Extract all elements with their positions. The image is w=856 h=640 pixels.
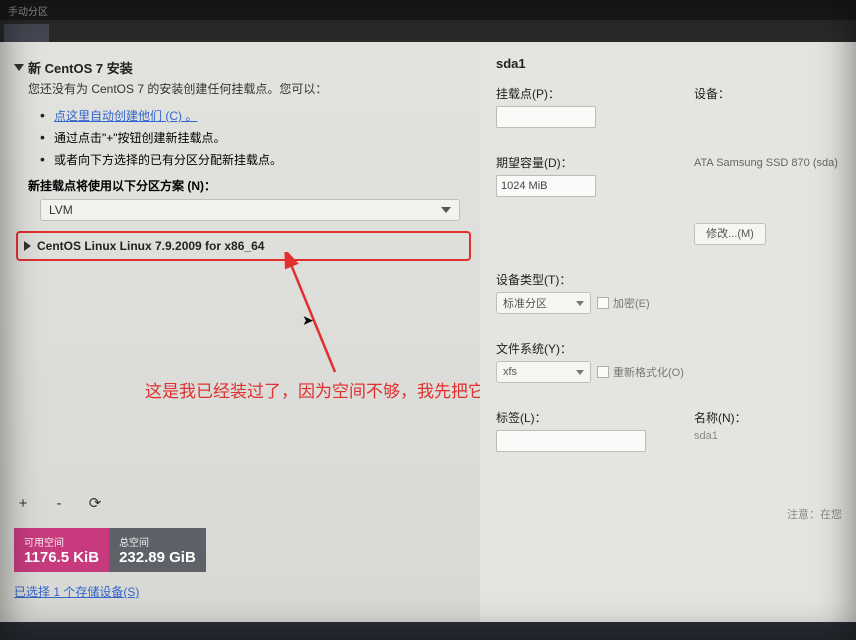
filesystem-select[interactable]: xfs [496,361,591,383]
fs-value: xfs [503,366,517,378]
total-value: 232.89 GiB [119,549,196,566]
top-bar: 手动分区 [0,0,856,20]
new-install-title: 新 CentOS 7 安装 [28,58,133,77]
partition-controls: + - ⟳ [14,496,104,514]
top-left-label: 手动分区 [8,3,48,17]
chevron-down-icon [576,370,584,375]
reformat-checkbox[interactable] [597,366,609,378]
capacity-input[interactable] [496,175,596,197]
reformat-label: 重新格式化(O) [613,364,684,380]
modify-device-button[interactable]: 修改...(M) [694,223,766,245]
annotation-arrow [280,252,360,382]
space-info: 可用空间 1176.5 KiB 总空间 232.89 GiB [14,528,206,572]
scheme-value: LVM [49,203,73,217]
new-install-section[interactable]: 新 CentOS 7 安装 [14,58,466,77]
fs-label: 文件系统(Y)： [496,340,840,357]
capacity-label: 期望容量(D)： [496,154,676,171]
left-panel: 新 CentOS 7 安装 您还没有为 CentOS 7 的安装创建任何挂载点。… [0,42,480,622]
chevron-down-icon [14,64,24,71]
existing-centos-label: CentOS Linux Linux 7.9.2009 for x86_64 [37,239,264,253]
partition-scheme-dropdown[interactable]: LVM [40,199,460,221]
new-install-desc: 您还没有为 CentOS 7 的安装创建任何挂载点。您可以： [28,80,466,97]
partition-title: sda1 [496,56,840,71]
main-container: 新 CentOS 7 安装 您还没有为 CentOS 7 的安装创建任何挂载点。… [0,42,856,622]
name-label: 名称(N)： [694,409,840,426]
chevron-down-icon [441,207,451,213]
avail-value: 1176.5 KiB [24,549,99,566]
device-type-select[interactable]: 标准分区 [496,292,591,314]
device-label: 设备： [694,85,840,102]
devtype-label: 设备类型(T)： [496,271,840,288]
remove-partition-button[interactable]: - [50,496,68,514]
tag-label: 标签(L)： [496,409,676,426]
tab-strip [0,20,856,42]
total-space: 总空间 232.89 GiB [109,528,206,572]
encrypt-label: 加密(E) [613,295,650,311]
chevron-right-icon [24,241,31,251]
scheme-label: 新挂载点将使用以下分区方案 (N)： [28,177,466,194]
avail-label: 可用空间 [24,534,99,549]
annotation-text: 这是我已经装过了，因为空间不够，我先把它删除了 [145,377,536,402]
option-add-button: 通过点击"+"按钮创建新挂载点。 [54,131,226,145]
name-value: sda1 [694,430,840,442]
hint-text: 注意：在您 [787,506,842,522]
existing-centos-item[interactable]: CentOS Linux Linux 7.9.2009 for x86_64 [16,231,471,261]
total-label: 总空间 [119,534,196,549]
cursor-icon: ➤ [302,312,314,329]
option-assign-existing: 或者向下方选择的已有分区分配新挂载点。 [54,153,282,167]
devtype-value: 标准分区 [503,295,547,311]
device-value: ATA Samsung SSD 870 (sda) [694,154,840,169]
label-input[interactable] [496,430,646,452]
right-panel: sda1 挂载点(P)： 设备： 期望容量(D)： ATA Samsung SS… [480,42,856,622]
encrypt-checkbox[interactable] [597,297,609,309]
storage-devices-link[interactable]: 已选择 1 个存储设备(S) [14,583,139,600]
tab-blank[interactable] [4,24,49,42]
options-list: 点这里自动创建他们 (C) 。 通过点击"+"按钮创建新挂载点。 或者向下方选择… [40,107,466,173]
auto-create-link[interactable]: 点这里自动创建他们 (C) 。 [54,109,197,123]
add-partition-button[interactable]: + [14,496,32,514]
mount-point-input[interactable] [496,106,596,128]
mount-label: 挂载点(P)： [496,85,676,102]
chevron-down-icon [576,301,584,306]
available-space: 可用空间 1176.5 KiB [14,528,109,572]
reload-button[interactable]: ⟳ [86,496,104,514]
